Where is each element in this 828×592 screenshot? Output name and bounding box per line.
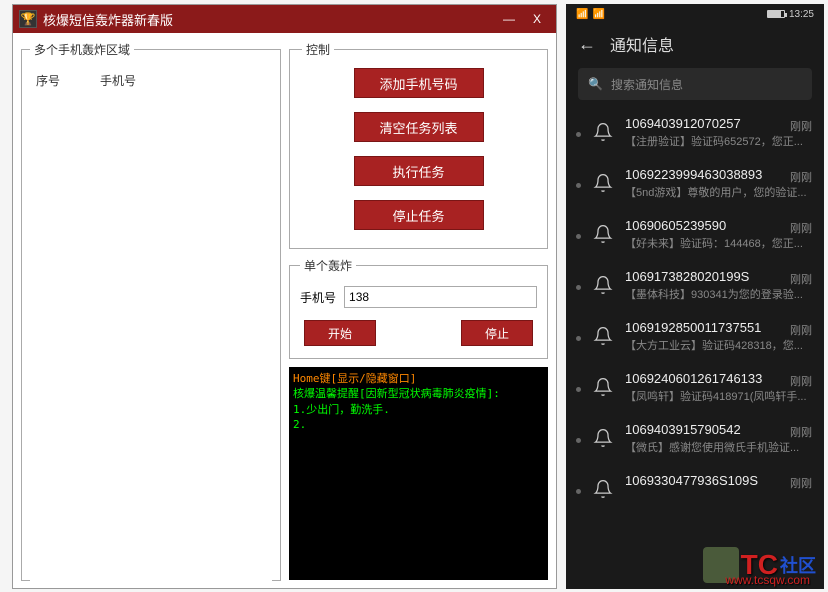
unread-dot bbox=[576, 438, 581, 443]
unread-dot bbox=[576, 387, 581, 392]
clear-tasks-button[interactable]: 清空任务列表 bbox=[354, 112, 484, 142]
th-phone: 手机号 bbox=[100, 72, 272, 89]
minimize-button[interactable]: — bbox=[496, 9, 522, 29]
titlebar[interactable]: 🏆 核爆短信轰炸器新春版 — X bbox=[13, 5, 556, 33]
notification-time: 刚刚 bbox=[790, 373, 812, 389]
notification-item[interactable]: 1069240601261746133 【凤鸣轩】验证码418971(凤鸣轩手..… bbox=[566, 363, 824, 414]
phone-label: 手机号 bbox=[300, 289, 336, 306]
controls-area: 控制 添加手机号码 清空任务列表 执行任务 停止任务 bbox=[289, 41, 548, 249]
bell-icon bbox=[593, 428, 613, 448]
table-body[interactable] bbox=[30, 95, 272, 585]
notification-item[interactable]: 1069403912070257 【注册验证】验证码652572，您正...刚刚 bbox=[566, 108, 824, 159]
notification-item[interactable]: 1069192850011737551 【大方工业云】验证码428318，您...… bbox=[566, 312, 824, 363]
notification-item[interactable]: 1069173828020199S 【墨体科技】930341为您的登录验...刚刚 bbox=[566, 261, 824, 312]
notification-message: 【大方工业云】验证码428318，您... bbox=[625, 337, 812, 353]
notification-time: 刚刚 bbox=[790, 169, 812, 185]
app-icon: 🏆 bbox=[19, 10, 37, 28]
bell-icon bbox=[593, 377, 613, 397]
notification-number: 1069192850011737551 bbox=[625, 320, 812, 335]
controls-legend: 控制 bbox=[302, 41, 334, 58]
unread-dot bbox=[576, 336, 581, 341]
bell-icon bbox=[593, 173, 613, 193]
clock: 13:25 bbox=[789, 9, 814, 20]
notification-message: 【凤鸣轩】验证码418971(凤鸣轩手... bbox=[625, 388, 812, 404]
notification-item[interactable]: 1069330477936S109S刚刚 bbox=[566, 465, 824, 509]
stop-single-button[interactable]: 停止 bbox=[461, 320, 533, 346]
app-window: 🏆 核爆短信轰炸器新春版 — X 多个手机轰炸区域 序号 手机号 控制 添加手机… bbox=[12, 4, 557, 589]
multi-phone-area: 多个手机轰炸区域 序号 手机号 bbox=[21, 41, 281, 581]
add-phone-button[interactable]: 添加手机号码 bbox=[354, 68, 484, 98]
single-legend: 单个轰炸 bbox=[300, 257, 356, 274]
back-arrow-icon[interactable]: ← bbox=[578, 34, 596, 55]
wifi-icon: 📶 bbox=[592, 9, 604, 20]
console-line: 2. bbox=[293, 417, 544, 432]
notification-number: 1069223999463038893 bbox=[625, 167, 812, 182]
notification-time: 刚刚 bbox=[790, 424, 812, 440]
notification-message: 【注册验证】验证码652572，您正... bbox=[625, 133, 812, 149]
notification-number: 1069240601261746133 bbox=[625, 371, 812, 386]
notification-number: 1069173828020199S bbox=[625, 269, 812, 284]
window-title: 核爆短信轰炸器新春版 bbox=[43, 10, 496, 29]
console-output: Home键[显示/隐藏窗口] 核爆温馨提醒[因新型冠状病毒肺炎疫情]: 1.少出… bbox=[289, 367, 548, 580]
unread-dot bbox=[576, 489, 581, 494]
multi-legend: 多个手机轰炸区域 bbox=[30, 41, 134, 58]
notification-number: 1069403915790542 bbox=[625, 422, 812, 437]
notification-item[interactable]: 1069223999463038893 【5nd游戏】尊敬的用户，您的验证...刚… bbox=[566, 159, 824, 210]
notification-message: 【5nd游戏】尊敬的用户，您的验证... bbox=[625, 184, 812, 200]
console-line: Home键[显示/隐藏窗口] bbox=[293, 371, 544, 386]
unread-dot bbox=[576, 132, 581, 137]
header-title: 通知信息 bbox=[610, 32, 674, 56]
notification-list[interactable]: 1069403912070257【注册验证】验证码652572，您正...刚刚1… bbox=[566, 108, 824, 509]
th-sequence: 序号 bbox=[30, 72, 100, 89]
bell-icon bbox=[593, 326, 613, 346]
table-header: 序号 手机号 bbox=[30, 66, 272, 95]
notification-message: 【好未来】验证码：144468，您正... bbox=[625, 235, 812, 251]
stop-tasks-button[interactable]: 停止任务 bbox=[354, 200, 484, 230]
bell-icon bbox=[593, 224, 613, 244]
bell-icon bbox=[593, 275, 613, 295]
unread-dot bbox=[576, 285, 581, 290]
statusbar: 📶 📶 13:25 bbox=[566, 4, 824, 24]
watermark-url: www.tcsqw.com bbox=[725, 573, 810, 587]
search-box[interactable]: 🔍 搜索通知信息 bbox=[578, 68, 812, 100]
notification-time: 刚刚 bbox=[790, 118, 812, 134]
console-line: 核爆温馨提醒[因新型冠状病毒肺炎疫情]: bbox=[293, 386, 544, 401]
signal-icon: 📶 bbox=[576, 9, 588, 20]
notification-number: 1069330477936S109S bbox=[625, 473, 812, 488]
battery-icon bbox=[767, 10, 785, 18]
notification-time: 刚刚 bbox=[790, 475, 812, 491]
start-button[interactable]: 开始 bbox=[304, 320, 376, 346]
unread-dot bbox=[576, 234, 581, 239]
notification-item[interactable]: 1069403915790542 【微氏】感谢您使用微氏手机验证...刚刚 bbox=[566, 414, 824, 465]
notification-message: 【墨体科技】930341为您的登录验... bbox=[625, 286, 812, 302]
phone-screenshot: 📶 📶 13:25 ← 通知信息 🔍 搜索通知信息 10694039120702… bbox=[566, 4, 824, 589]
run-tasks-button[interactable]: 执行任务 bbox=[354, 156, 484, 186]
notification-message: 【微氏】感谢您使用微氏手机验证... bbox=[625, 439, 812, 455]
search-icon: 🔍 bbox=[588, 77, 603, 91]
notification-time: 刚刚 bbox=[790, 220, 812, 236]
phone-input[interactable] bbox=[344, 286, 537, 308]
phone-header: ← 通知信息 bbox=[566, 24, 824, 64]
close-button[interactable]: X bbox=[524, 9, 550, 29]
unread-dot bbox=[576, 183, 581, 188]
bell-icon bbox=[593, 479, 613, 499]
console-line: 1.少出门，勤洗手. bbox=[293, 402, 544, 417]
search-placeholder: 搜索通知信息 bbox=[611, 76, 683, 93]
notification-item[interactable]: 10690605239590 【好未来】验证码：144468，您正...刚刚 bbox=[566, 210, 824, 261]
notification-number: 1069403912070257 bbox=[625, 116, 812, 131]
single-area: 单个轰炸 手机号 开始 停止 bbox=[289, 257, 548, 359]
notification-time: 刚刚 bbox=[790, 271, 812, 287]
bell-icon bbox=[593, 122, 613, 142]
notification-time: 刚刚 bbox=[790, 322, 812, 338]
notification-number: 10690605239590 bbox=[625, 218, 812, 233]
